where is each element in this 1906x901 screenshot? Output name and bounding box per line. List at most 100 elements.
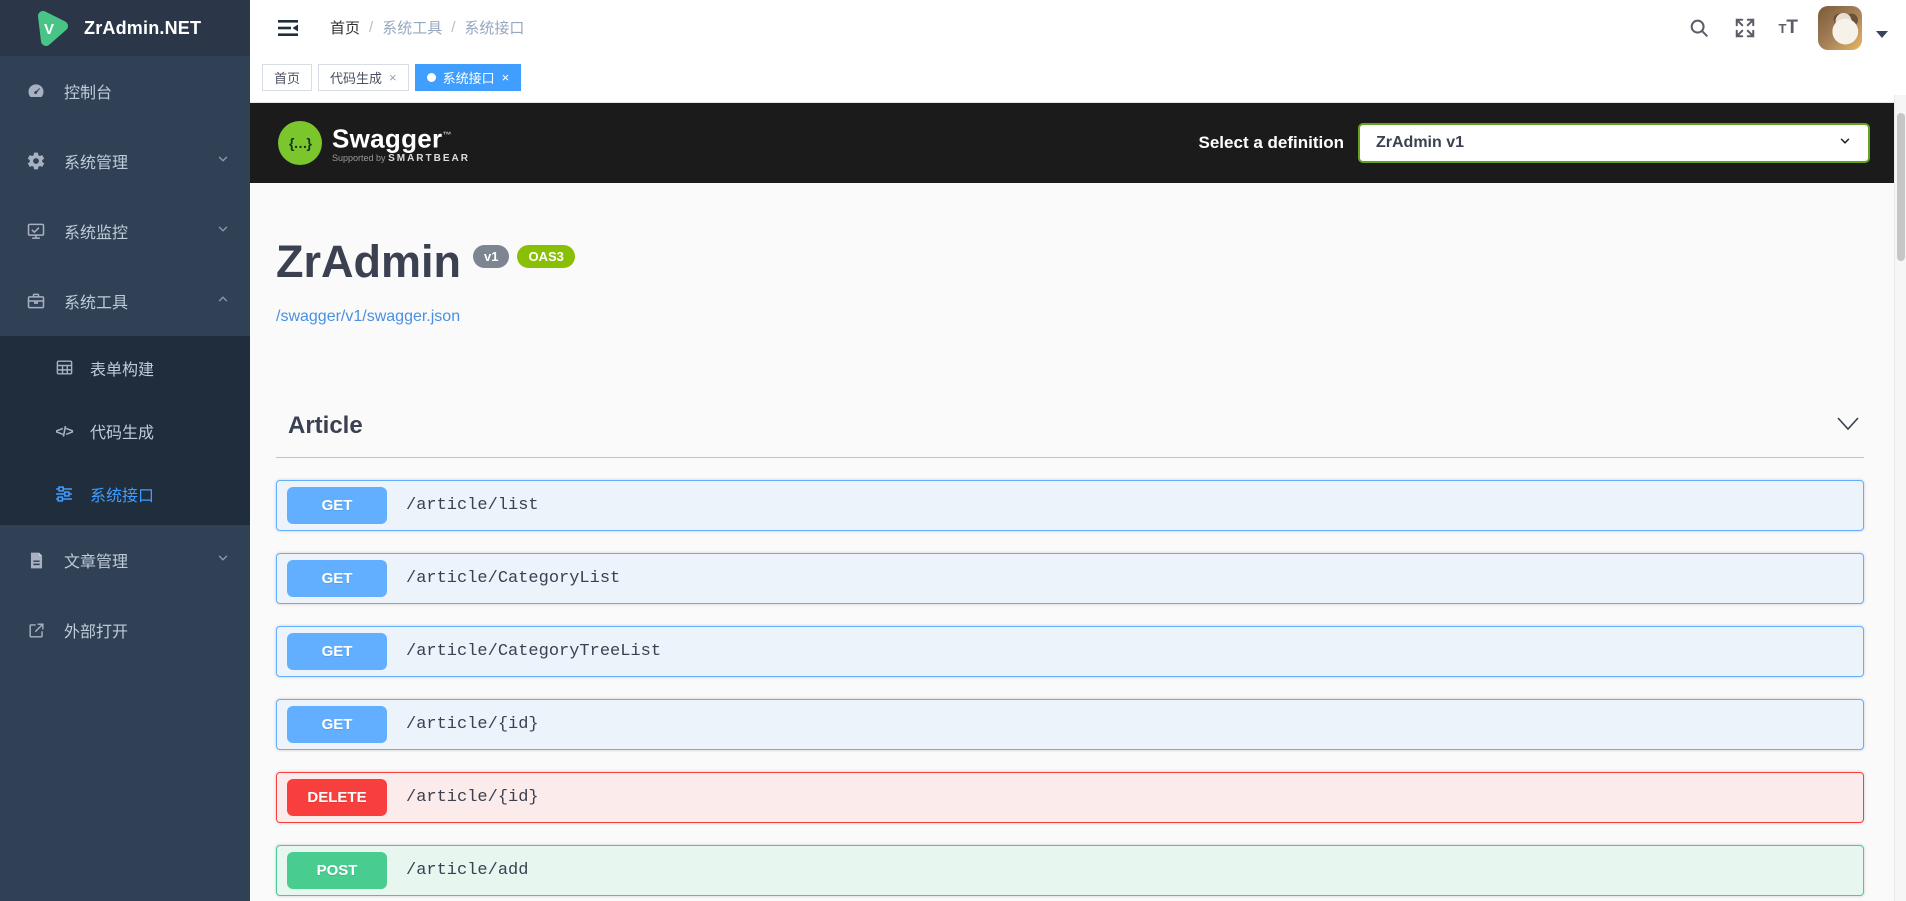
endpoint-row[interactable]: GET /article/{id}	[276, 699, 1864, 750]
tab-home[interactable]: 首页	[262, 64, 313, 91]
swagger-topbar: {…} Swagger™ Supported by SMARTBEAR Sele…	[250, 103, 1894, 183]
sidebar-item-label: 系统工具	[64, 295, 129, 312]
endpoint-row[interactable]: GET /article/CategoryList	[276, 553, 1864, 604]
app-title: ZrAdmin.NET	[84, 17, 202, 38]
api-info: ZrAdmin v1 OAS3 /swagger/v1/swagger.json	[276, 237, 1864, 326]
navbar-actions: TT	[1686, 5, 1892, 50]
endpoint-path: /article/{id}	[406, 788, 539, 807]
tab-label: 代码生成	[330, 71, 383, 86]
swagger-wordmark: Swagger™	[332, 123, 452, 154]
swagger-logo-icon: {…}	[278, 121, 322, 165]
endpoint-path: /article/CategoryList	[406, 569, 621, 588]
spec-json-link[interactable]: /swagger/v1/swagger.json	[276, 308, 460, 326]
sidebar-item-code-gen[interactable]: </> 代码生成	[0, 399, 250, 462]
version-badge: v1	[473, 245, 510, 268]
app-logo[interactable]: V ZrAdmin.NET	[0, 0, 250, 56]
vertical-scrollbar[interactable]	[1894, 95, 1906, 901]
sidebar-item-article-manage[interactable]: 文章管理	[0, 525, 250, 595]
font-size-icon[interactable]: TT	[1778, 17, 1798, 39]
close-icon[interactable]: ×	[502, 70, 510, 85]
sidebar-item-label: 代码生成	[90, 424, 155, 442]
caret-down-icon[interactable]	[1876, 31, 1888, 38]
chevron-down-icon	[216, 222, 230, 241]
oas3-badge: OAS3	[517, 245, 575, 268]
definition-select[interactable]: ZrAdmin v1	[1358, 123, 1870, 163]
gear-icon	[24, 149, 48, 173]
sidebar-item-label: 表单构建	[90, 361, 155, 379]
tag-section-article: Article GET /article/list GET /article/C…	[276, 412, 1864, 896]
sliders-icon	[52, 482, 76, 506]
tab-system-api[interactable]: 系统接口 ×	[414, 64, 522, 91]
breadcrumb: 首页 / 系统工具 / 系统接口	[330, 17, 524, 38]
scrollbar-thumb[interactable]	[1897, 113, 1905, 261]
breadcrumb-item-home[interactable]: 首页	[330, 17, 360, 38]
tag-title: Article	[288, 412, 363, 439]
fullscreen-icon[interactable]	[1732, 15, 1758, 41]
method-badge: GET	[287, 633, 387, 670]
document-icon	[24, 548, 48, 572]
svg-text:V: V	[44, 21, 54, 38]
sidebar-item-dashboard[interactable]: 控制台	[0, 56, 250, 126]
method-badge: POST	[287, 852, 387, 889]
sidebar-item-label: 控制台	[64, 85, 113, 102]
app-root: V ZrAdmin.NET 控制台 系统管理 系统监控 系统工具 表单构建 </…	[0, 0, 1906, 901]
endpoint-path: /article/{id}	[406, 715, 539, 734]
search-icon[interactable]	[1686, 15, 1712, 41]
table-icon	[52, 356, 76, 380]
breadcrumb-separator: /	[369, 19, 374, 36]
swagger-sponsor: Supported by SMARTBEAR	[332, 153, 470, 165]
method-badge: GET	[287, 560, 387, 597]
breadcrumb-item-api: 系统接口	[464, 20, 525, 37]
dashboard-icon	[24, 79, 48, 103]
chevron-down-icon	[216, 152, 230, 171]
active-tab-dot	[426, 73, 436, 82]
sidebar-item-label: 系统监控	[64, 225, 129, 242]
endpoint-row[interactable]: GET /article/list	[276, 480, 1864, 531]
endpoint-row[interactable]: GET /article/CategoryTreeList	[276, 626, 1864, 677]
endpoint-row[interactable]: DELETE /article/{id}	[276, 772, 1864, 823]
chevron-up-icon	[216, 292, 230, 311]
breadcrumb-item-tools[interactable]: 系统工具	[382, 17, 442, 38]
endpoint-path: /article/add	[406, 861, 529, 880]
sidebar: V ZrAdmin.NET 控制台 系统管理 系统监控 系统工具 表单构建 </…	[0, 0, 250, 901]
tabbar: 首页 代码生成 × 系统接口 ×	[250, 55, 1906, 103]
definition-selected-value: ZrAdmin v1	[1376, 134, 1465, 151]
swagger-content: {…} Swagger™ Supported by SMARTBEAR Sele…	[250, 103, 1894, 901]
sidebar-item-label: 系统管理	[64, 155, 129, 172]
swagger-body: ZrAdmin v1 OAS3 /swagger/v1/swagger.json…	[250, 237, 1894, 896]
method-badge: GET	[287, 706, 387, 743]
sidebar-item-system-tools[interactable]: 系统工具	[0, 266, 250, 336]
swagger-brand: {…} Swagger™ Supported by SMARTBEAR	[278, 121, 470, 165]
sidebar-item-form-builder[interactable]: 表单构建	[0, 336, 250, 399]
toolbox-icon	[24, 289, 48, 313]
sidebar-item-system-manage[interactable]: 系统管理	[0, 126, 250, 196]
tab-label: 首页	[274, 71, 301, 86]
method-badge: GET	[287, 487, 387, 524]
endpoint-path: /article/CategoryTreeList	[406, 642, 662, 661]
sidebar-item-label: 系统接口	[90, 487, 155, 505]
endpoint-path: /article/list	[406, 496, 539, 515]
chevron-down-icon	[1836, 416, 1860, 436]
breadcrumb-separator: /	[451, 19, 456, 36]
external-link-icon	[24, 618, 48, 642]
chevron-down-icon	[1838, 134, 1852, 153]
chevron-down-icon	[216, 551, 230, 570]
monitor-icon	[24, 219, 48, 243]
sidebar-item-system-monitor[interactable]: 系统监控	[0, 196, 250, 266]
sidebar-item-external-open[interactable]: 外部打开	[0, 595, 250, 665]
avatar[interactable]	[1818, 5, 1862, 50]
sidebar-submenu-system-tools: 表单构建 </> 代码生成 系统接口	[0, 336, 250, 525]
method-badge: DELETE	[287, 779, 387, 816]
top-navbar: 首页 / 系统工具 / 系统接口 TT	[250, 0, 1906, 55]
sidebar-item-label: 文章管理	[64, 554, 129, 571]
tab-code-gen[interactable]: 代码生成 ×	[318, 64, 409, 91]
main-area: 首页 / 系统工具 / 系统接口 TT 首页 代码生成 × 系统接口 × {…}…	[250, 0, 1906, 901]
close-icon[interactable]: ×	[389, 70, 397, 85]
sidebar-item-system-api[interactable]: 系统接口	[0, 462, 250, 525]
collapse-sidebar-icon[interactable]	[276, 16, 300, 40]
logo-icon: V	[38, 11, 68, 46]
tab-label: 系统接口	[442, 71, 495, 86]
tag-header[interactable]: Article	[276, 412, 1864, 458]
code-icon: </>	[55, 422, 73, 439]
endpoint-row[interactable]: POST /article/add	[276, 845, 1864, 896]
